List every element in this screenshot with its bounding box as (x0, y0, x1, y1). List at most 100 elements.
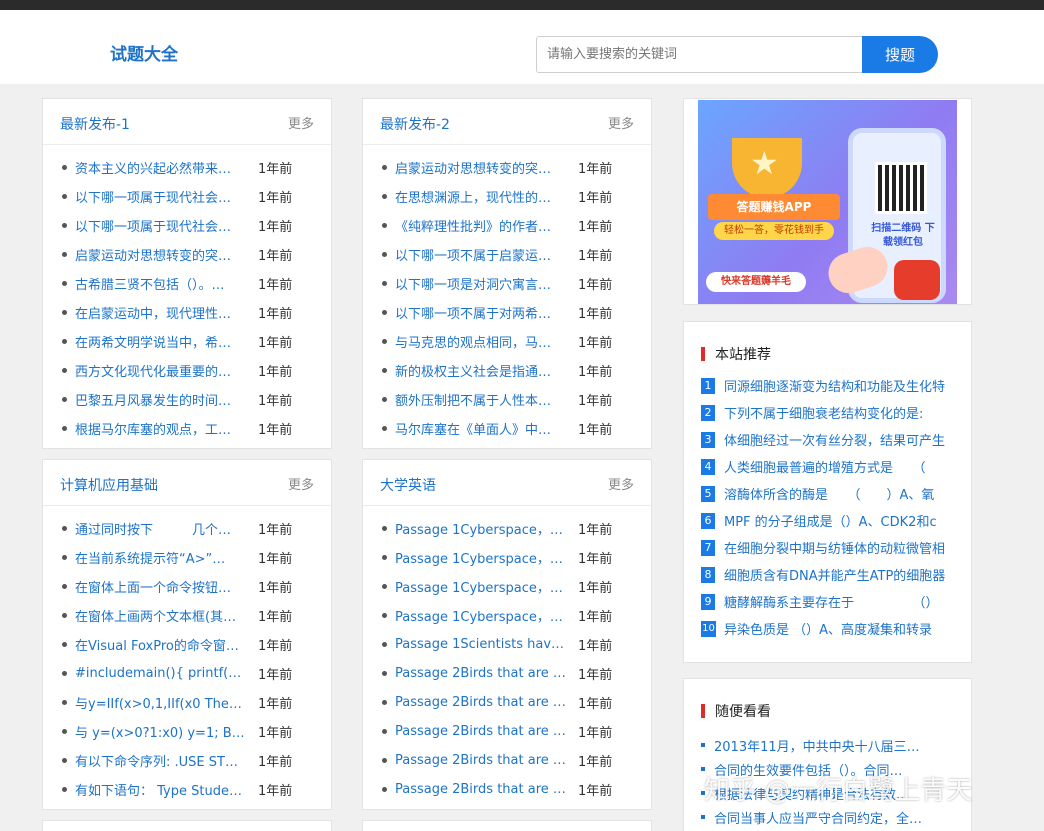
recommend-link[interactable]: 糖酵解酶系主要存在于 （） (724, 592, 939, 611)
item-time: 1年前 (258, 245, 292, 264)
question-link[interactable]: 巴黎五月风暴发生的时间… (75, 390, 247, 409)
question-link[interactable]: 以下哪一项属于现代社会… (75, 187, 247, 206)
question-link[interactable]: Passage 1Scientists have… (395, 637, 567, 652)
browse-panel: 随便看看 2013年11月，中共中央十八届三…合同的生效要件包括（）。合同…根据… (683, 678, 972, 831)
site-title[interactable]: 试题大全 (110, 40, 178, 65)
card-title[interactable]: 最新发布-2 (380, 114, 450, 134)
bullet-icon (62, 426, 67, 431)
question-link[interactable]: 额外压制把不属于人性本… (395, 390, 567, 409)
bullet-icon (62, 223, 67, 228)
question-link[interactable]: 通过同时按下 几个… (75, 519, 247, 538)
question-link[interactable]: 马尔库塞在《单面人》中… (395, 419, 567, 438)
ad-illustration[interactable]: ★ 答题赚钱APP 轻松一答，零花钱到手 扫描二维码 下载领红包 快来答题薅羊毛 (698, 100, 957, 304)
recommend-link[interactable]: 细胞质含有DNA并能产生ATP的细胞器 (724, 565, 945, 584)
question-link[interactable]: 古希腊三贤不包括（）。… (75, 274, 247, 293)
recommend-link[interactable]: 溶酶体所含的酶是 （ ）A、氧 (724, 484, 934, 503)
browse-link[interactable]: 2013年11月，中共中央十八届三… (714, 736, 920, 755)
recommend-item: 9糖酵解酶系主要存在于 （） (701, 588, 972, 615)
question-link[interactable]: 资本主义的兴起必然带来… (75, 158, 247, 177)
item-time: 1年前 (258, 187, 292, 206)
recommend-panel: 本站推荐 1同源细胞逐渐变为结构和功能及生化特2下列不属于细胞衰老结构变化的是:… (683, 321, 972, 663)
list-item: 以下哪一项属于现代社会… 1年前 (43, 182, 331, 211)
question-link[interactable]: 以下哪一项不属于启蒙运… (395, 245, 567, 264)
question-link[interactable]: Passage 2Birds that are li… (395, 695, 567, 710)
item-time: 1年前 (578, 361, 612, 380)
list-item: Passage 2Birds that are li…1年前 (363, 717, 651, 746)
question-link[interactable]: 以下哪一项属于现代社会… (75, 216, 247, 235)
more-link[interactable]: 更多 (288, 113, 314, 132)
item-time: 1年前 (258, 303, 292, 322)
question-link[interactable]: Passage 2Birds that are li… (395, 666, 567, 681)
more-link[interactable]: 更多 (288, 474, 314, 493)
list-item: 新的极权主义社会是指通… 1年前 (363, 356, 651, 385)
bullet-icon (382, 700, 387, 705)
recommend-link[interactable]: 同源细胞逐渐变为结构和功能及生化特 (724, 376, 945, 395)
watermark: 知乎 @一行白鹭上青天 (704, 770, 972, 807)
question-link[interactable]: 在启蒙运动中，现代理性… (75, 303, 247, 322)
item-time: 1年前 (258, 361, 292, 380)
question-link[interactable]: 与y=IIf(x>0,1,IIf(x0 Then… (75, 693, 247, 712)
question-link[interactable]: 在思想渊源上，现代性的… (395, 187, 567, 206)
question-link[interactable]: 在Visual FoxPro的命令窗… (75, 635, 247, 654)
site-header: 试题大全 搜题 (0, 10, 1044, 84)
bullet-icon (382, 526, 387, 531)
search-input[interactable] (536, 36, 862, 73)
recommend-link[interactable]: 在细胞分裂中期与纺锤体的动粒微管相 (724, 538, 945, 557)
item-time: 1年前 (578, 780, 612, 799)
question-link[interactable]: 在当前系统提示符“A>”… (75, 548, 247, 567)
recommend-link[interactable]: 下列不属于细胞衰老结构变化的是: (724, 403, 923, 422)
item-time: 1年前 (578, 548, 612, 567)
question-link[interactable]: 启蒙运动对思想转变的突… (75, 245, 247, 264)
recommend-link[interactable]: MPF 的分子组成是（）A、CDK2和c (724, 511, 937, 530)
item-time: 1年前 (578, 419, 612, 438)
rank-badge: 4 (701, 459, 715, 475)
question-link[interactable]: 新的极权主义社会是指通… (395, 361, 567, 380)
more-link[interactable]: 更多 (608, 113, 634, 132)
item-time: 1年前 (578, 635, 612, 654)
question-link[interactable]: 以下哪一项是对洞穴寓言… (395, 274, 567, 293)
more-link[interactable]: 更多 (608, 474, 634, 493)
question-link[interactable]: Passage 2Birds that are li… (395, 724, 567, 739)
question-link[interactable]: Passage 1Cyberspace，d… (395, 548, 567, 567)
item-time: 1年前 (578, 664, 612, 683)
question-link[interactable]: Passage 2Birds that are li… (395, 782, 567, 797)
card-title[interactable]: 大学英语 (380, 475, 436, 495)
item-time: 1年前 (258, 332, 292, 351)
question-link[interactable]: Passage 2Birds that are li… (395, 753, 567, 768)
question-link[interactable]: 在两希文明学说当中，希… (75, 332, 247, 351)
browse-link[interactable]: 合同当事人应当严守合同约定，全… (714, 808, 922, 827)
browse-item: 合同当事人应当严守合同约定，全… (701, 805, 972, 829)
bullet-icon (382, 165, 387, 170)
question-link[interactable]: Passage 1Cyberspace，d… (395, 577, 567, 596)
question-link[interactable]: Passage 1Cyberspace，d… (395, 519, 567, 538)
recommend-link[interactable]: 人类细胞最普遍的增殖方式是 （ (724, 457, 926, 476)
question-link[interactable]: 与马克思的观点相同，马… (395, 332, 567, 351)
question-link[interactable]: 以下哪一项不属于对两希… (395, 303, 567, 322)
search-button[interactable]: 搜题 (862, 36, 938, 73)
title-marker-icon (701, 347, 705, 361)
recommend-link[interactable]: 体细胞经过一次有丝分裂，结果可产生 (724, 430, 945, 449)
list-item: 《纯粹理性批判》的作者…1年前 (363, 211, 651, 240)
card-title[interactable]: 最新发布-1 (60, 114, 130, 134)
app-ad-banner[interactable]: ★ 答题赚钱APP 轻松一答，零花钱到手 扫描二维码 下载领红包 快来答题薅羊毛 (683, 98, 972, 305)
question-link[interactable]: #includemain(){ printf("\… (75, 666, 247, 681)
bullet-icon (382, 642, 387, 647)
card-latest-2: 最新发布-2 更多 启蒙运动对思想转变的突… 1年前 在思想渊源上，现代性的… 1年前… (362, 98, 652, 449)
question-link[interactable]: 西方文化现代化最重要的… (75, 361, 247, 380)
item-time: 1年前 (578, 332, 612, 351)
question-link[interactable]: 在窗体上画两个文本框(其… (75, 606, 247, 625)
recommend-link[interactable]: 异染色质是 （）A、高度凝集和转录 (724, 619, 932, 638)
list-item: 在启蒙运动中，现代理性… 1年前 (43, 298, 331, 327)
question-link[interactable]: 有如下语句： Type Stude… (75, 780, 247, 799)
question-link[interactable]: 《纯粹理性批判》的作者… (395, 216, 567, 235)
question-link[interactable]: 启蒙运动对思想转变的突… (395, 158, 567, 177)
question-link[interactable]: 根据马尔库塞的观点，工… (75, 419, 247, 438)
bullet-icon (382, 397, 387, 402)
card-computer-basics: 计算机应用基础 更多 通过同时按下 几个…1年前在当前系统提示符“A>”…1年前… (42, 459, 332, 810)
bullet-icon (62, 671, 67, 676)
question-link[interactable]: 有以下命令序列: .USE STU… (75, 751, 247, 770)
question-link[interactable]: Passage 1Cyberspace，d… (395, 606, 567, 625)
card-title[interactable]: 计算机应用基础 (60, 475, 158, 495)
question-link[interactable]: 与 y=(x>0?1:x0) y=1; B) i… (75, 722, 247, 741)
question-link[interactable]: 在窗体上面一个命令按钮… (75, 577, 247, 596)
